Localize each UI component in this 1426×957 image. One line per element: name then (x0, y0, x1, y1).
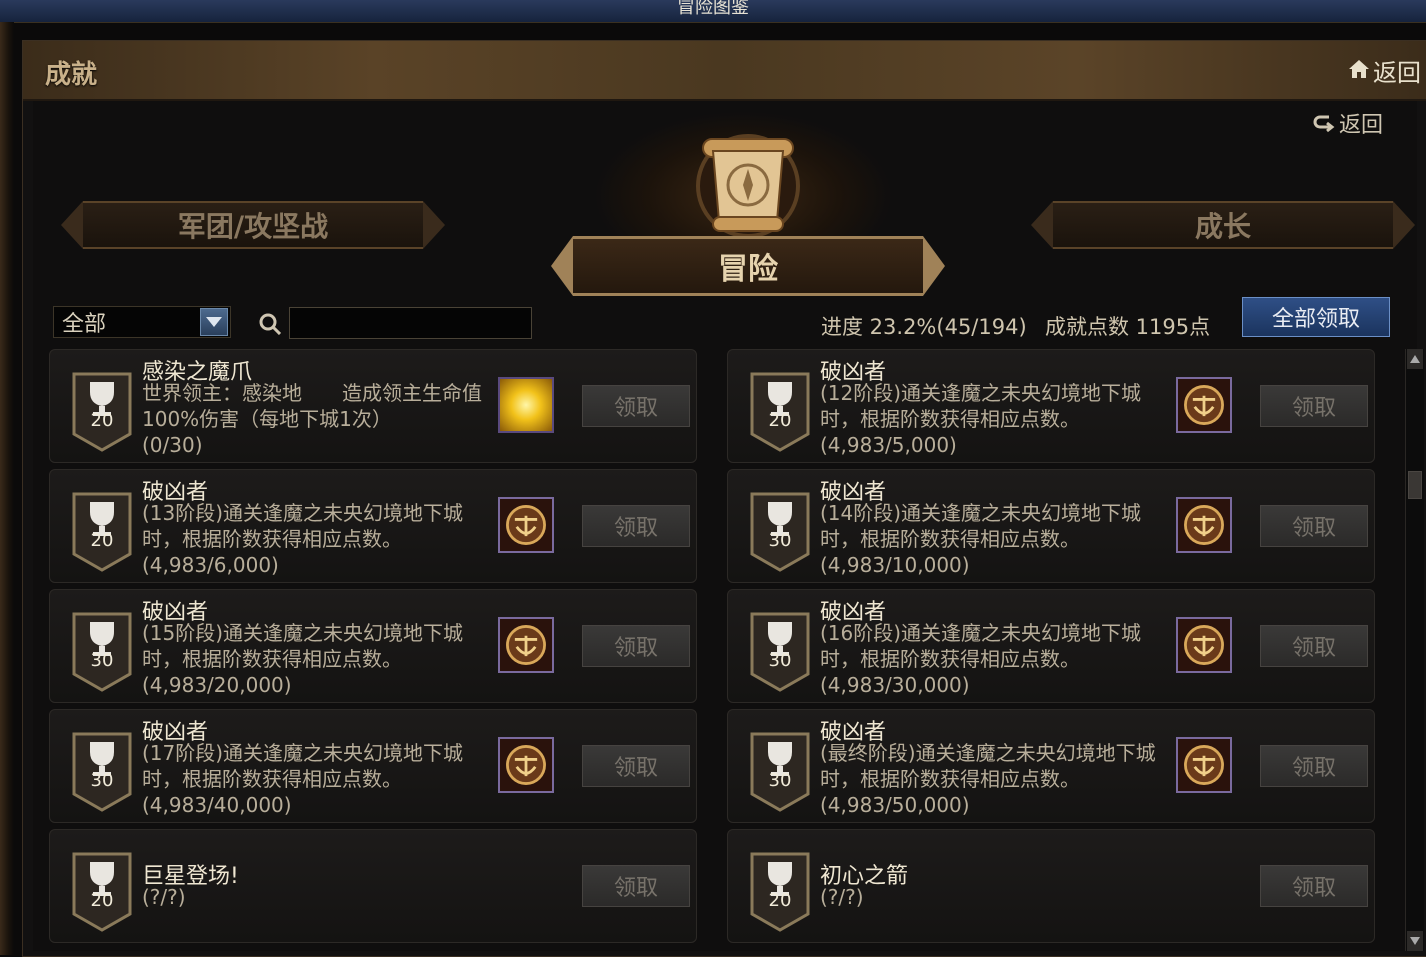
achievement-description: (15阶段)通关逢魔之未央幻境地下城时，根据阶数获得相应点数。 (4,983/20… (142, 620, 482, 698)
tab-growth[interactable]: 成长 (1031, 201, 1415, 249)
achievement-description: (17阶段)通关逢魔之未央幻境地下城时，根据阶数获得相应点数。 (4,983/40… (142, 740, 482, 818)
achievement-progress: (4,983/50,000) (820, 793, 970, 817)
achievement-description: (12阶段)通关逢魔之未央幻境地下城时，根据阶数获得相应点数。 (4,983/5,… (820, 380, 1160, 458)
achievement-points-value: 30 (768, 650, 792, 671)
achievement-points-value: 30 (90, 650, 114, 671)
demon-crest-icon (1176, 377, 1232, 433)
achievement-card: 20 破凶者 (13阶段)通关逢魔之未央幻境地下城时，根据阶数获得相应点数。 (4… (49, 469, 697, 583)
back-label: 返回 (1338, 113, 1383, 138)
achievement-points-value: 20 (90, 410, 114, 431)
background-strip (0, 22, 14, 955)
search-icon[interactable] (259, 313, 281, 335)
achievement-points-value: 20 (768, 410, 792, 431)
achievement-description: (最终阶段)通关逢魔之未央幻境地下城时，根据阶数获得相应点数。 (4,983/50… (820, 740, 1160, 818)
achievement-description: (14阶段)通关逢魔之未央幻境地下城时，根据阶数获得相应点数。 (4,983/10… (820, 500, 1160, 578)
achievement-points-value: 20 (90, 530, 114, 551)
claim-button[interactable]: 领取 (1260, 625, 1368, 667)
achievement-description: (16阶段)通关逢魔之未央幻境地下城时，根据阶数获得相应点数。 (4,983/30… (820, 620, 1160, 698)
main-content: 返回 军团/攻坚战 成长 冒险 全部 进度 23.2%(45/194) 成就点数… (33, 101, 1424, 951)
list-scrollbar[interactable] (1405, 349, 1424, 951)
achievement-panel: 成就 返回 返回 军团/攻坚战 成长 冒险 全部 进度 23.2%(45/194… (22, 40, 1426, 957)
achievement-card: 20 巨星登场! (?/?) 领取 (49, 829, 697, 943)
achievement-description: (13阶段)通关逢魔之未央幻境地下城时，根据阶数获得相应点数。 (4,983/6,… (142, 500, 482, 578)
demon-crest-icon (498, 497, 554, 553)
search-input[interactable] (289, 307, 532, 339)
achievement-points-value: 30 (768, 770, 792, 791)
claim-button[interactable]: 领取 (1260, 745, 1368, 787)
scroll-down-icon[interactable] (1407, 931, 1423, 951)
achievement-card: 30 破凶者 (17阶段)通关逢魔之未央幻境地下城时，根据阶数获得相应点数。 (4… (49, 709, 697, 823)
achievement-description: (?/?) (142, 884, 482, 910)
progress-text: 进度 23.2%(45/194) (821, 315, 1027, 339)
claim-button[interactable]: 领取 (582, 505, 690, 547)
scroll-up-icon[interactable] (1407, 349, 1423, 369)
achievement-progress: (4,983/6,000) (142, 553, 279, 577)
description-text: (15阶段)通关逢魔之未央幻境地下城时，根据阶数获得相应点数。 (142, 621, 464, 671)
achievement-progress: (4,983/30,000) (820, 673, 970, 697)
achievement-list: 20 感染之魔爪 世界领主：感染地 造成领主生命值100%伤害（每地下城1次）(… (49, 349, 1385, 951)
achievement-card: 20 感染之魔爪 世界领主：感染地 造成领主生命值100%伤害（每地下城1次）(… (49, 349, 697, 463)
window-title: 冒险图鉴 (0, 0, 1426, 23)
achievement-progress: (4,983/20,000) (142, 673, 292, 697)
demon-crest-icon (498, 737, 554, 793)
achievement-progress: (?/?) (820, 885, 864, 909)
demon-crest-icon (1176, 617, 1232, 673)
achievement-card: 20 初心之箭 (?/?) 领取 (727, 829, 1375, 943)
achievement-description: 世界领主：感染地 造成领主生命值100%伤害（每地下城1次） (0/30) (142, 380, 482, 458)
claim-button[interactable]: 领取 (582, 385, 690, 427)
claim-button[interactable]: 领取 (582, 865, 690, 907)
panel-header: 成就 返回 (23, 41, 1426, 101)
achievement-points-value: 20 (768, 890, 792, 911)
claim-button[interactable]: 领取 (1260, 505, 1368, 547)
achievement-card: 30 破凶者 (最终阶段)通关逢魔之未央幻境地下城时，根据阶数获得相应点数。 (4… (727, 709, 1375, 823)
achievement-card: 20 破凶者 (12阶段)通关逢魔之未央幻境地下城时，根据阶数获得相应点数。 (4… (727, 349, 1375, 463)
achievement-card: 30 破凶者 (14阶段)通关逢魔之未央幻境地下城时，根据阶数获得相应点数。 (4… (727, 469, 1375, 583)
achievement-points-value: 30 (90, 770, 114, 791)
achievement-description: (?/?) (820, 884, 1160, 910)
scroll-thumb[interactable] (1408, 471, 1422, 499)
achievement-progress: (0/30) (142, 433, 203, 457)
home-icon[interactable] (1347, 57, 1371, 81)
achievement-progress: (4,983/10,000) (820, 553, 970, 577)
back-button[interactable]: 返回 (1313, 107, 1383, 139)
demon-crest-icon (498, 617, 554, 673)
demon-crest-icon (1176, 497, 1232, 553)
achievement-progress: (4,983/40,000) (142, 793, 292, 817)
achievement-points-value: 20 (90, 890, 114, 911)
claim-button[interactable]: 领取 (1260, 865, 1368, 907)
description-text: (12阶段)通关逢魔之未央幻境地下城时，根据阶数获得相应点数。 (820, 381, 1142, 431)
scroll-compass-icon (696, 134, 800, 238)
achievement-progress: (?/?) (142, 885, 186, 909)
description-text: (14阶段)通关逢魔之未央幻境地下城时，根据阶数获得相应点数。 (820, 501, 1142, 551)
achievement-card: 30 破凶者 (15阶段)通关逢魔之未央幻境地下城时，根据阶数获得相应点数。 (4… (49, 589, 697, 703)
description-text: (16阶段)通关逢魔之未央幻境地下城时，根据阶数获得相应点数。 (820, 621, 1142, 671)
panel-title: 成就 (45, 60, 98, 90)
filter-value: 全部 (62, 312, 107, 337)
return-arrow-icon (1313, 115, 1335, 133)
claim-button[interactable]: 领取 (582, 625, 690, 667)
claim-all-button[interactable]: 全部领取 (1242, 297, 1390, 337)
tab-adventure[interactable]: 冒险 (551, 236, 945, 296)
description-text: (17阶段)通关逢魔之未央幻境地下城时，根据阶数获得相应点数。 (142, 741, 464, 791)
chevron-down-icon[interactable] (200, 308, 228, 336)
achievement-points-value: 30 (768, 530, 792, 551)
description-text: (最终阶段)通关逢魔之未央幻境地下城时，根据阶数获得相应点数。 (820, 741, 1156, 791)
achievement-card: 30 破凶者 (16阶段)通关逢魔之未央幻境地下城时，根据阶数获得相应点数。 (4… (727, 589, 1375, 703)
achievement-points: 成就点数 1195点 (1045, 315, 1211, 339)
tab-legion-siege[interactable]: 军团/攻坚战 (61, 201, 445, 249)
claim-button[interactable]: 领取 (582, 745, 690, 787)
header-back-button[interactable]: 返回 (1373, 53, 1421, 88)
claim-button[interactable]: 领取 (1260, 385, 1368, 427)
demon-crest-icon (1176, 737, 1232, 793)
description-text: 世界领主：感染地 造成领主生命值100%伤害（每地下城1次） (142, 381, 482, 431)
gold-star-icon (498, 377, 554, 433)
category-filter-dropdown[interactable]: 全部 (53, 306, 231, 338)
achievement-progress: (4,983/5,000) (820, 433, 957, 457)
description-text: (13阶段)通关逢魔之未央幻境地下城时，根据阶数获得相应点数。 (142, 501, 464, 551)
